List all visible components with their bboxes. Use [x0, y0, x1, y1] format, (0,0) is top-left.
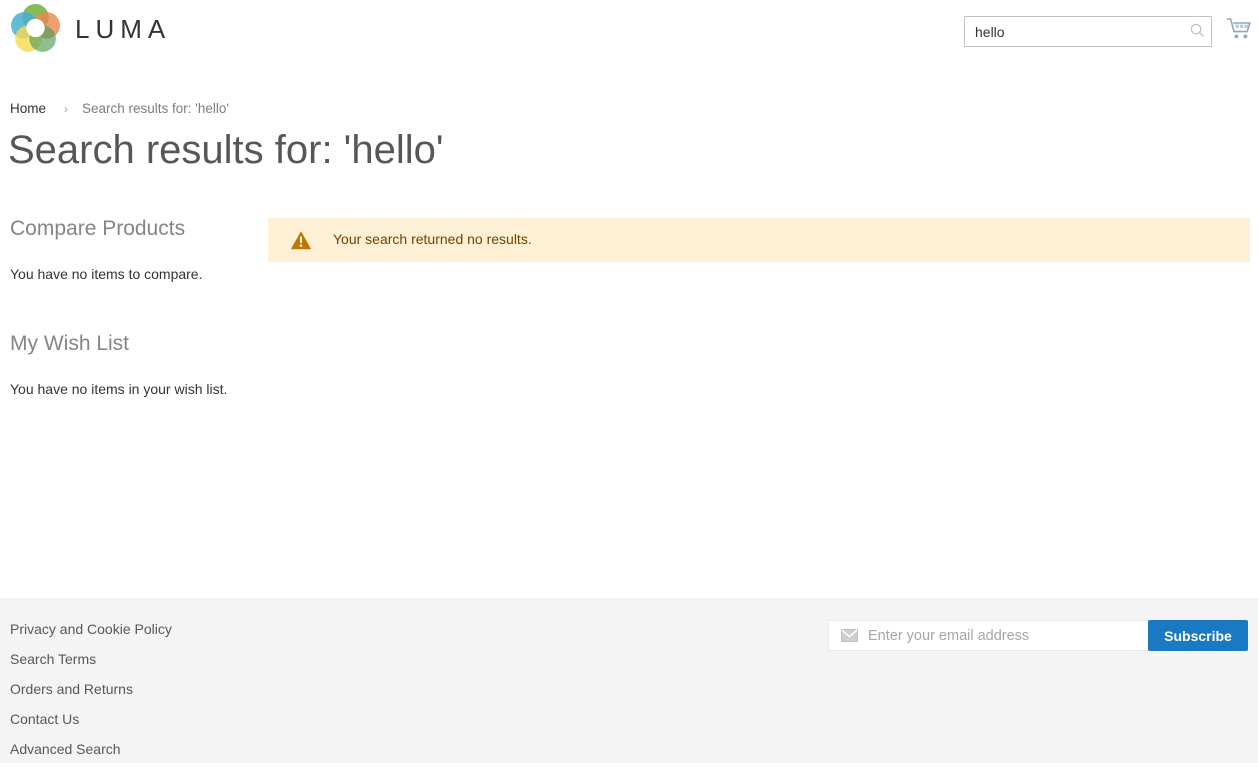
shopping-cart-icon [1225, 18, 1255, 47]
newsletter-signup-form: Subscribe [828, 620, 1248, 651]
search-input[interactable] [964, 16, 1212, 47]
wish-list-title: My Wish List [10, 331, 130, 355]
logo-wordmark: LUMA [75, 14, 172, 44]
wish-list-empty-text: You have no items in your wish list. [10, 380, 228, 397]
breadcrumb-item-home[interactable]: Home [10, 101, 46, 116]
envelope-icon [841, 629, 858, 642]
chevron-right-icon: › [64, 101, 69, 116]
cart-link[interactable] [1225, 16, 1255, 46]
subscribe-button[interactable]: Subscribe [1148, 620, 1248, 651]
footer-link-orders-and-returns[interactable]: Orders and Returns [10, 681, 133, 697]
footer-link-contact-us[interactable]: Contact Us [10, 711, 79, 727]
breadcrumb: Home › Search results for: 'hello' [10, 101, 229, 116]
search-form [964, 16, 1212, 47]
no-results-notice: Your search returned no results. [268, 218, 1250, 262]
compare-products-title: Compare Products [10, 217, 186, 240]
search-icon [1190, 23, 1205, 41]
logo-link[interactable]: LUMA [10, 4, 171, 55]
warning-triangle-icon [290, 230, 312, 250]
no-results-notice-text: Your search returned no results. [333, 231, 532, 248]
compare-products-block: Compare Products You have no items to co… [10, 216, 250, 285]
footer-link-advanced-search[interactable]: Advanced Search [10, 741, 121, 757]
list-item: Orders and Returns [10, 681, 172, 697]
list-item: Search Terms [10, 651, 172, 667]
search-button[interactable] [1184, 19, 1210, 44]
site-footer: Privacy and Cookie Policy Search Terms O… [0, 598, 1258, 763]
footer-link-search-terms[interactable]: Search Terms [10, 651, 96, 667]
compare-products-empty-text: You have no items to compare. [10, 266, 203, 283]
list-item: Contact Us [10, 711, 172, 727]
main-content: Your search returned no results. [268, 218, 1250, 262]
wish-list-block: My Wish List You have no items in your w… [10, 331, 250, 400]
luma-rings-logo-icon [10, 4, 61, 55]
newsletter-email-input[interactable] [868, 622, 1148, 649]
newsletter-field-wrapper [828, 620, 1148, 651]
footer-links-list: Privacy and Cookie Policy Search Terms O… [10, 621, 172, 771]
footer-link-privacy-and-cookie-policy[interactable]: Privacy and Cookie Policy [10, 621, 172, 637]
site-header: LUMA [0, 0, 1258, 62]
breadcrumb-item-current: Search results for: 'hello' [82, 101, 229, 116]
sidebar: Compare Products You have no items to co… [10, 216, 250, 446]
page-title: Search results for: 'hello' [8, 128, 444, 172]
list-item: Privacy and Cookie Policy [10, 621, 172, 637]
list-item: Advanced Search [10, 741, 172, 757]
